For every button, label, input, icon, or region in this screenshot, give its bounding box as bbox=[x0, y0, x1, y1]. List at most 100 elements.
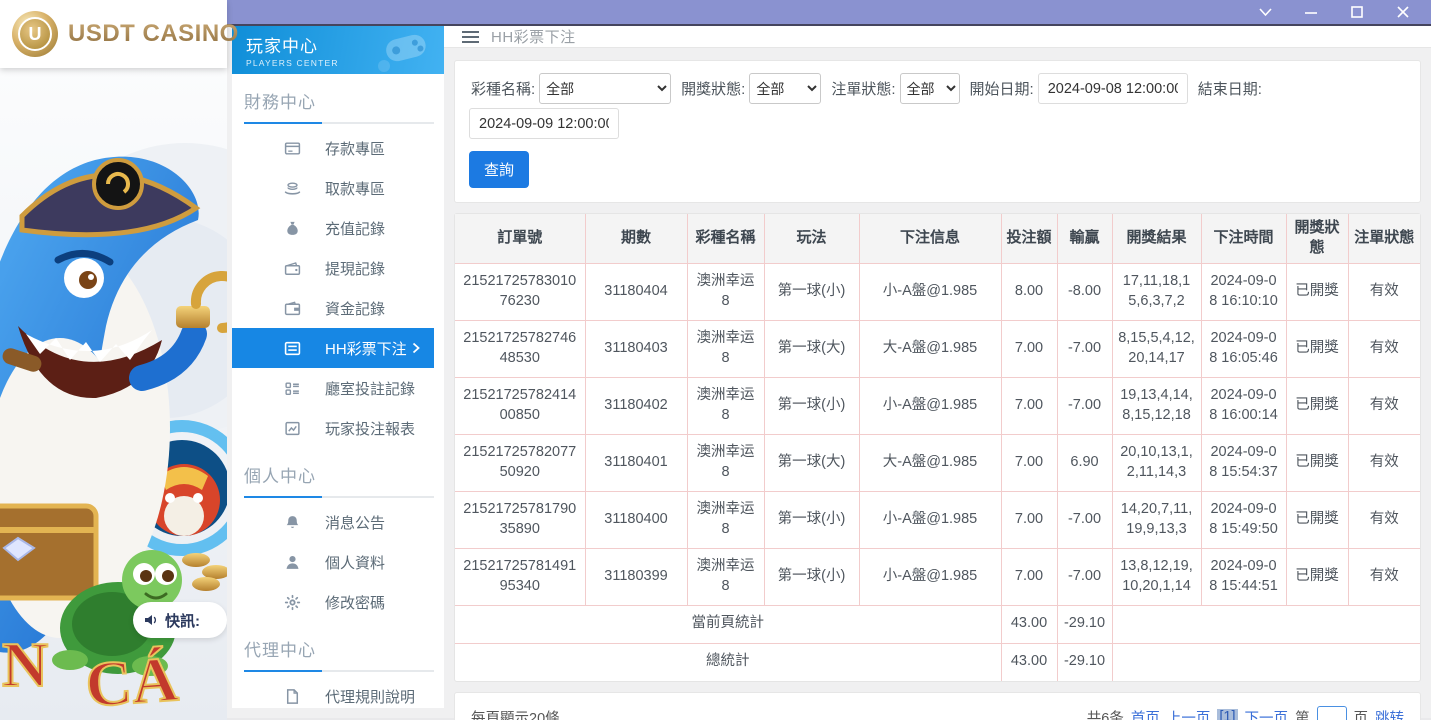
section-title: 財務中心 bbox=[232, 74, 444, 113]
sidebar-item-funds-record[interactable]: 資金記錄 bbox=[232, 288, 434, 328]
sidebar-item-withdraw-zone[interactable]: 取款專區 bbox=[232, 168, 434, 208]
cell-play-type: 第一球(小) bbox=[764, 377, 859, 434]
svg-text:N: N bbox=[2, 629, 48, 700]
current-page[interactable]: [1] bbox=[1217, 709, 1237, 720]
cell-lottery-name: 澳洲幸运8 bbox=[687, 491, 764, 548]
cell-draw-result: 8,15,5,4,12,20,14,17 bbox=[1112, 320, 1201, 377]
sidebar-item-profile[interactable]: 個人資料 bbox=[232, 542, 434, 582]
cell-win-loss: -8.00 bbox=[1057, 263, 1112, 320]
wallet2-icon bbox=[284, 300, 301, 317]
cell-lottery-name: 澳洲幸运8 bbox=[687, 377, 764, 434]
total-summary-row: 總統計43.00-29.10 bbox=[455, 643, 1420, 681]
sidebar-item-messages[interactable]: 消息公告 bbox=[232, 502, 434, 542]
cell-play-type: 第一球(小) bbox=[764, 548, 859, 605]
cell-period: 31180399 bbox=[585, 548, 687, 605]
col-header-order-no: 訂單號 bbox=[455, 214, 585, 263]
bets-table-card: 訂單號期數彩種名稱玩法下注信息投注額輸贏開獎結果下注時間開獎狀態注單狀態 215… bbox=[454, 213, 1421, 682]
next-page-link[interactable]: 下一页 bbox=[1245, 707, 1289, 720]
cell-bet-info: 小-A盤@1.985 bbox=[859, 491, 1001, 548]
window-close-icon[interactable] bbox=[1395, 4, 1411, 20]
cell-period: 31180401 bbox=[585, 434, 687, 491]
lottery-select[interactable]: 全部 bbox=[539, 73, 671, 104]
window-minimize-icon[interactable] bbox=[1303, 4, 1319, 20]
bell-icon bbox=[284, 514, 301, 531]
casino-illustration: N CÁ 快訊: bbox=[0, 68, 227, 720]
sidebar-item-change-password[interactable]: 修改密碼 bbox=[232, 582, 434, 622]
order-status-select[interactable]: 全部 bbox=[900, 73, 960, 104]
sidebar-item-recharge-record[interactable]: 充值記錄 bbox=[232, 208, 434, 248]
content-topbar: HH彩票下注 bbox=[444, 26, 1431, 48]
table-row: 215217257820775092031180401澳洲幸运8第一球(大)大-… bbox=[455, 434, 1420, 491]
window-chevron-down-icon[interactable] bbox=[1257, 4, 1273, 20]
usdt-coin-icon: U bbox=[12, 11, 58, 57]
table-header-row: 訂單號期數彩種名稱玩法下注信息投注額輸贏開獎結果下注時間開獎狀態注單狀態 bbox=[455, 214, 1420, 263]
cell-bet-info: 小-A盤@1.985 bbox=[859, 548, 1001, 605]
sidebar-item-deposit-zone[interactable]: 存款專區 bbox=[232, 128, 434, 168]
summary-empty bbox=[1112, 643, 1420, 681]
sidebar-item-hh-lottery-bets[interactable]: HH彩票下注 bbox=[232, 328, 434, 368]
col-header-play-type: 玩法 bbox=[764, 214, 859, 263]
page-jump-input[interactable] bbox=[1317, 706, 1347, 720]
sidebar: 玩家中心 PLAYERS CENTER bbox=[232, 26, 444, 708]
start-date-input[interactable] bbox=[1038, 73, 1188, 104]
cell-draw-result: 19,13,4,14,8,15,12,18 bbox=[1112, 377, 1201, 434]
cell-period: 31180402 bbox=[585, 377, 687, 434]
coin-letter: U bbox=[29, 24, 42, 45]
cell-order-no: 2152172578207750920 bbox=[455, 434, 585, 491]
sidebar-item-label: 個人資料 bbox=[325, 552, 385, 573]
col-header-period: 期數 bbox=[585, 214, 687, 263]
summary-bet-amount: 43.00 bbox=[1001, 643, 1057, 681]
cell-play-type: 第一球(小) bbox=[764, 491, 859, 548]
gamepad-icon bbox=[370, 32, 434, 72]
cell-lottery-name: 澳洲幸运8 bbox=[687, 320, 764, 377]
cell-bet-amount: 8.00 bbox=[1001, 263, 1057, 320]
cell-order-no: 2152172578179035890 bbox=[455, 491, 585, 548]
draw-status-select[interactable]: 全部 bbox=[749, 73, 821, 104]
cell-draw-status: 已開獎 bbox=[1286, 548, 1348, 605]
end-date-input[interactable] bbox=[469, 108, 619, 139]
draw-status-label: 開獎狀態: bbox=[681, 78, 745, 99]
content: 彩種名稱: 全部 開獎狀態: 全部 注單狀態: 全部 開始日期: 結束日期: 查… bbox=[444, 48, 1431, 720]
sidebar-item-hall-bet-record[interactable]: 廳室投註記錄 bbox=[232, 368, 434, 408]
cell-period: 31180403 bbox=[585, 320, 687, 377]
sidebar-item-label: 廳室投註記錄 bbox=[325, 378, 415, 399]
sidebar-item-player-bet-report[interactable]: 玩家投注報表 bbox=[232, 408, 434, 448]
svg-text:CÁ: CÁ bbox=[83, 643, 180, 720]
summary-empty bbox=[1112, 605, 1420, 643]
cell-bet-time: 2024-09-08 15:54:37 bbox=[1201, 434, 1286, 491]
prev-page-link[interactable]: 上一页 bbox=[1167, 707, 1211, 720]
table-row: 215217257814919534031180399澳洲幸运8第一球(小)小-… bbox=[455, 548, 1420, 605]
sidebar-item-label: 提現記錄 bbox=[325, 258, 385, 279]
screen: U USDT CASINO bbox=[0, 0, 1431, 720]
section-underline bbox=[244, 496, 434, 498]
cell-order-no: 2152172578149195340 bbox=[455, 548, 585, 605]
main-area: HH彩票下注 彩種名稱: 全部 開獎狀態: 全部 注單狀態: 全部 開始日期: bbox=[444, 26, 1431, 718]
section-underline bbox=[244, 670, 434, 672]
cell-bet-info: 大-A盤@1.985 bbox=[859, 320, 1001, 377]
sidebar-item-withdrawal-record[interactable]: 提現記錄 bbox=[232, 248, 434, 288]
sidebar-item-label: 存款專區 bbox=[325, 138, 385, 159]
lottery-label: 彩種名稱: bbox=[471, 78, 535, 99]
window-maximize-icon[interactable] bbox=[1349, 4, 1365, 20]
menu-icon[interactable] bbox=[462, 30, 479, 44]
sidebar-item-label: 消息公告 bbox=[325, 512, 385, 533]
table-row: 215217257827464853031180403澳洲幸运8第一球(大)大-… bbox=[455, 320, 1420, 377]
table-row: 215217257830107623031180404澳洲幸运8第一球(小)小-… bbox=[455, 263, 1420, 320]
query-button[interactable]: 查詢 bbox=[469, 151, 529, 188]
col-header-lottery-name: 彩種名稱 bbox=[687, 214, 764, 263]
cell-bet-amount: 7.00 bbox=[1001, 320, 1057, 377]
jump-link[interactable]: 跳转 bbox=[1375, 707, 1404, 720]
sidebar-item-label: HH彩票下注 bbox=[325, 338, 407, 359]
cell-lottery-name: 澳洲幸运8 bbox=[687, 434, 764, 491]
news-ticker[interactable]: 快訊: bbox=[133, 602, 227, 638]
sidebar-item-agent-rules[interactable]: 代理規則說明 bbox=[232, 676, 434, 716]
cell-draw-result: 14,20,7,11,19,9,13,3 bbox=[1112, 491, 1201, 548]
first-page-link[interactable]: 首页 bbox=[1131, 707, 1160, 720]
col-header-bet-info: 下注信息 bbox=[859, 214, 1001, 263]
col-header-draw-status: 開獎狀態 bbox=[1286, 214, 1348, 263]
cell-win-loss: 6.90 bbox=[1057, 434, 1112, 491]
sidebar-item-label: 資金記錄 bbox=[325, 298, 385, 319]
cell-draw-result: 20,10,13,1,2,11,14,3 bbox=[1112, 434, 1201, 491]
cell-draw-result: 13,8,12,19,10,20,1,14 bbox=[1112, 548, 1201, 605]
cell-bet-amount: 7.00 bbox=[1001, 377, 1057, 434]
